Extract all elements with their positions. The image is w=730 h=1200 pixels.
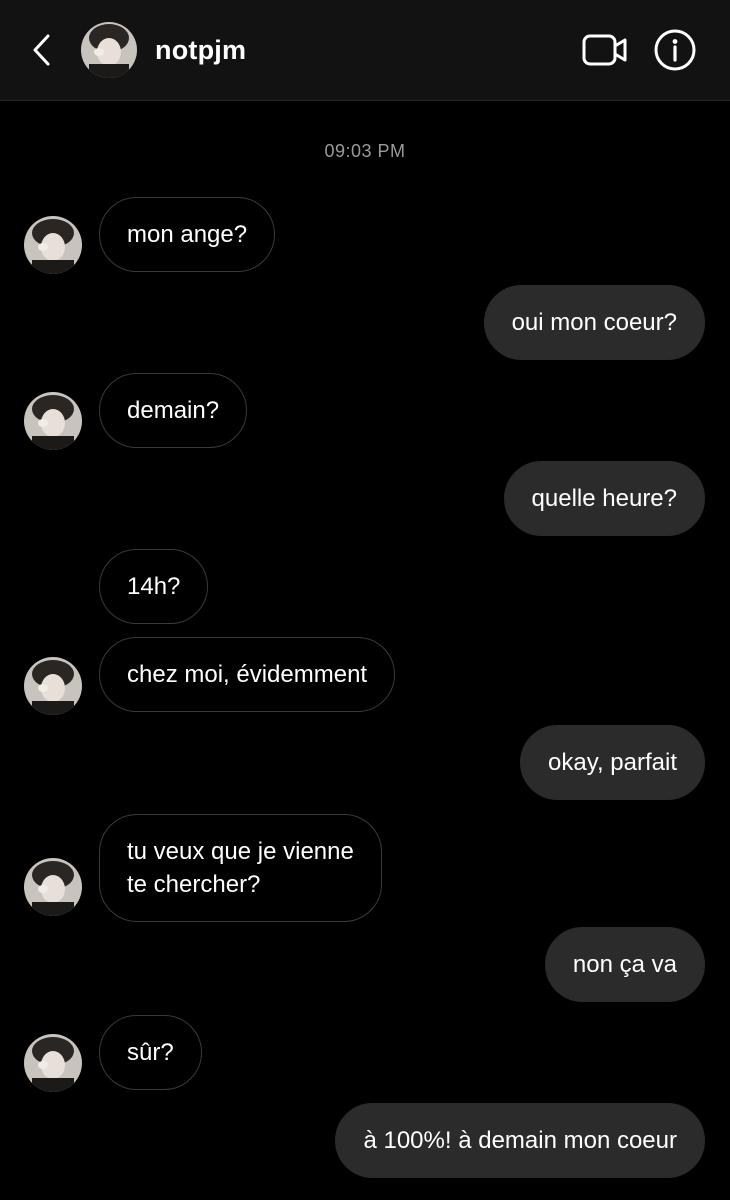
message-bubble-received[interactable]: sûr? <box>99 1015 202 1090</box>
header-avatar[interactable] <box>81 22 137 78</box>
message-bubble-received[interactable]: tu veux que je vienne te chercher? <box>99 814 382 922</box>
chat-username[interactable]: notpjm <box>155 34 246 66</box>
chat-header: notpjm <box>0 0 730 101</box>
message-bubble-sent[interactable]: non ça va <box>544 927 705 1002</box>
message-bubble-sent[interactable]: à 100%! à demain mon coeur <box>335 1103 705 1178</box>
sender-avatar[interactable] <box>24 657 82 715</box>
message-timestamp: 09:03 PM <box>324 141 406 161</box>
message-bubble-sent[interactable]: oui mon coeur? <box>483 285 705 360</box>
sender-avatar[interactable] <box>24 1034 82 1092</box>
message-bubble-received[interactable]: mon ange? <box>99 197 276 272</box>
message-bubble-received[interactable]: 14h? <box>99 549 209 624</box>
sender-avatar[interactable] <box>24 858 82 916</box>
message-bubble-received[interactable]: chez moi, évidemment <box>99 637 396 712</box>
info-button[interactable] <box>653 28 697 72</box>
video-camera-icon <box>582 34 627 66</box>
info-icon <box>654 29 696 71</box>
chevron-left-icon <box>33 34 50 66</box>
back-button[interactable] <box>22 28 62 72</box>
message-bubble-sent[interactable]: okay, parfait <box>520 725 705 800</box>
sender-avatar[interactable] <box>24 216 82 274</box>
sender-avatar[interactable] <box>24 392 82 450</box>
video-call-button[interactable] <box>580 30 630 70</box>
message-bubble-sent[interactable]: quelle heure? <box>503 461 705 536</box>
message-bubble-received[interactable]: demain? <box>99 373 248 448</box>
